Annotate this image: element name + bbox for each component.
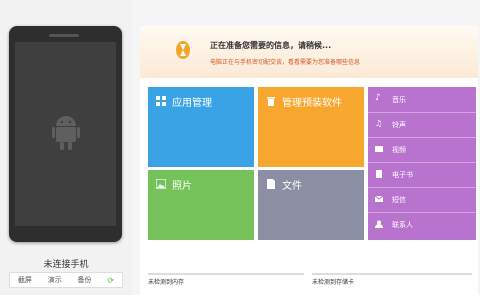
preinstalled-software-tile[interactable]: 管理预装软件 xyxy=(258,87,364,167)
photo-label: 照片 xyxy=(172,181,192,192)
book-icon xyxy=(376,170,382,178)
device-panel: 未连接手机 截屏 演示 备份 ⟳ xyxy=(0,0,132,295)
internal-storage-label: 未检测到内存 xyxy=(148,279,185,286)
trash-icon xyxy=(267,97,275,106)
menu-item-sms[interactable]: 短信 xyxy=(368,187,476,213)
banner-title: 正在准备您需要的信息，请稍候... xyxy=(210,41,332,50)
phone-action-bar: 截屏 演示 备份 ⟳ xyxy=(9,272,123,288)
media-menu: ♪ 音乐 ♫ 铃声 视频 电子书 短信 联系人 xyxy=(368,87,476,240)
preinstalled-software-label: 管理预装软件 xyxy=(282,98,342,109)
refresh-icon[interactable]: ⟳ xyxy=(107,276,114,285)
banner-subtitle: 电脑正在与手机密切配交谈，看看需要为您准备哪些信息 xyxy=(210,59,361,66)
menu-item-label: 音乐 xyxy=(392,96,406,104)
app-management-label: 应用管理 xyxy=(172,98,212,109)
loading-banner: 正在准备您需要的信息，请稍候... 电脑正在与手机密切配交谈，看看需要为您准备哪… xyxy=(140,26,478,78)
phone-illustration xyxy=(9,26,122,242)
menu-item-contacts[interactable]: 联系人 xyxy=(368,212,476,237)
menu-item-label: 联系人 xyxy=(392,221,413,229)
image-icon xyxy=(156,179,166,189)
contacts-icon xyxy=(375,220,383,228)
file-tile[interactable]: 文件 xyxy=(258,170,364,240)
screenshot-button[interactable]: 截屏 xyxy=(18,275,32,285)
menu-item-ringtone[interactable]: ♫ 铃声 xyxy=(368,112,476,138)
hourglass-icon xyxy=(176,41,190,59)
menu-item-label: 电子书 xyxy=(392,171,413,179)
envelope-icon xyxy=(375,195,383,202)
sd-storage-bar xyxy=(312,273,472,275)
backup-button[interactable]: 备份 xyxy=(78,275,92,285)
video-icon xyxy=(375,146,383,152)
menu-item-ebook[interactable]: 电子书 xyxy=(368,162,476,188)
app-grid-icon xyxy=(156,96,166,106)
demo-button[interactable]: 演示 xyxy=(48,275,62,285)
music-note-icon: ♪ xyxy=(375,93,381,103)
main-panel: 正在准备您需要的信息，请稍候... 电脑正在与手机密切配交谈，看看需要为您准备哪… xyxy=(140,26,478,295)
file-label: 文件 xyxy=(282,181,302,192)
menu-item-label: 铃声 xyxy=(392,121,406,129)
sd-storage-label: 未检测到存储卡 xyxy=(312,279,355,286)
android-icon xyxy=(52,116,80,150)
phone-status-label: 未连接手机 xyxy=(43,260,89,270)
app-management-tile[interactable]: 应用管理 xyxy=(148,87,254,167)
document-icon xyxy=(267,179,275,189)
menu-item-label: 短信 xyxy=(392,196,406,204)
internal-storage-bar xyxy=(148,273,304,275)
menu-item-video[interactable]: 视频 xyxy=(368,137,476,163)
phone-screen xyxy=(15,42,116,226)
phone-speaker xyxy=(49,34,79,37)
menu-item-music[interactable]: ♪ 音乐 xyxy=(368,87,476,113)
bell-icon: ♫ xyxy=(375,119,383,128)
photo-tile[interactable]: 照片 xyxy=(148,170,254,240)
menu-item-label: 视频 xyxy=(392,146,406,154)
